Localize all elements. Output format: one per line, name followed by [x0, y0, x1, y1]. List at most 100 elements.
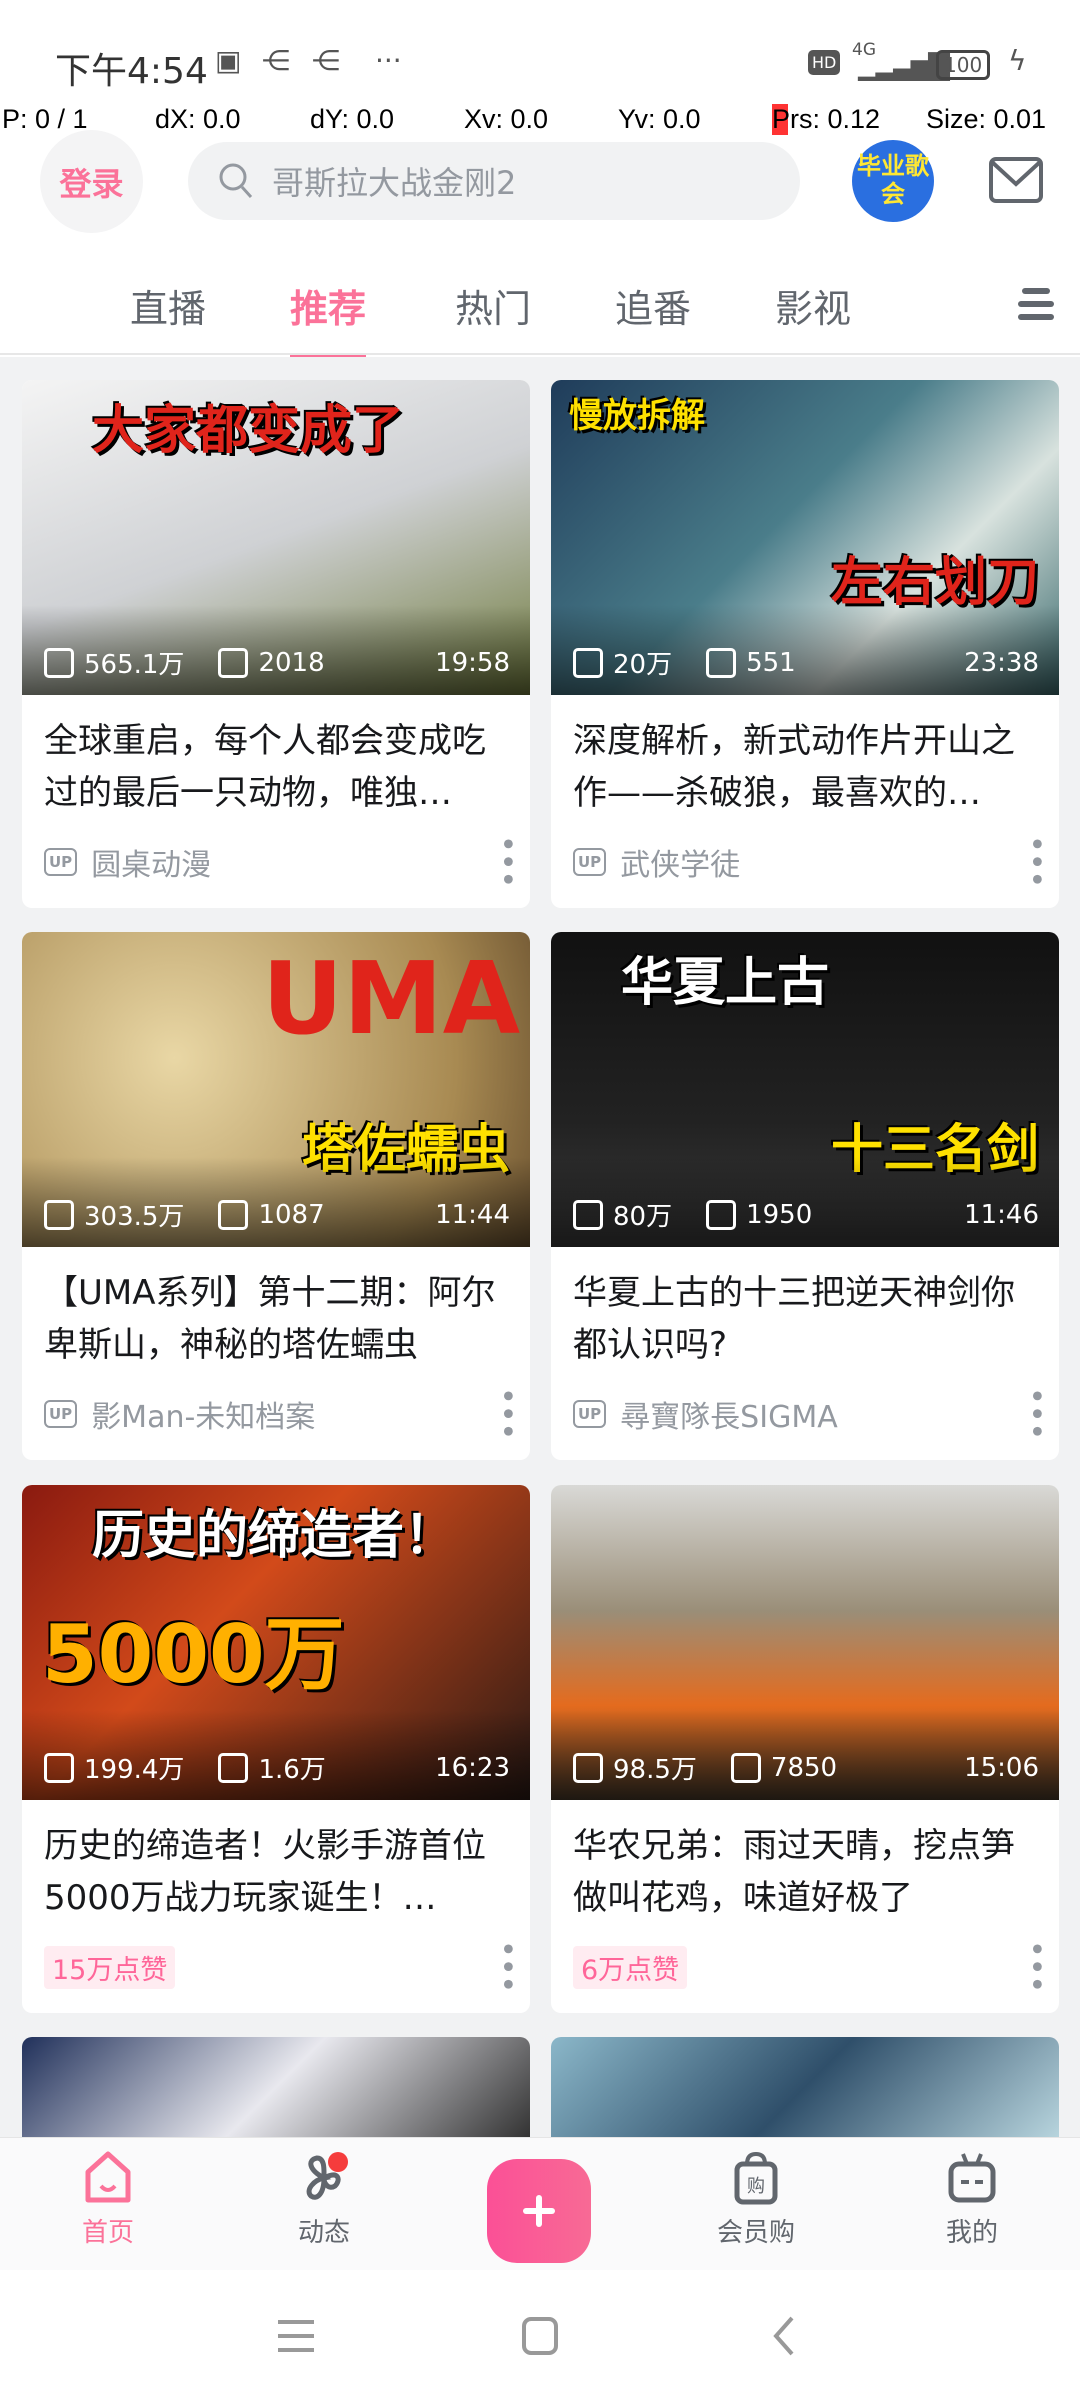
author-name[interactable]: 武侠学徒 — [620, 840, 740, 884]
thumbnail-caption: 大家都变成了 — [92, 401, 405, 461]
more-options-icon[interactable]: ••• — [489, 1940, 524, 1993]
video-thumbnail[interactable]: 历史的缔造者！ 5000万 199.4万 1.6万 16:23 — [22, 1485, 530, 1800]
view-count-text: 303.5万 — [84, 1202, 185, 1232]
video-title[interactable]: 深度解析，新式动作片开山之作——杀破狼，最喜欢的… — [551, 695, 1059, 823]
view-count-text: 80万 — [613, 1202, 673, 1232]
tab-movies[interactable]: 影视 — [775, 278, 851, 333]
video-title[interactable]: 华夏上古的十三把逆天神剑你都认识吗? — [551, 1247, 1059, 1375]
danmaku-count: 551 — [706, 647, 796, 678]
nav-mine[interactable]: 我的 — [912, 2150, 1032, 2249]
video-thumbnail[interactable]: 华夏上古 十三名剑 80万 1950 11:46 — [551, 932, 1059, 1247]
more-options-icon[interactable]: ••• — [1018, 1387, 1053, 1440]
danmaku-count-text: 2018 — [258, 647, 325, 678]
plus-icon — [523, 2195, 555, 2227]
bottom-nav: 首页 动态 购 会员购 我的 — [0, 2137, 1080, 2270]
video-duration: 11:46 — [964, 1199, 1039, 1230]
danmaku-count-text: 1950 — [746, 1199, 813, 1230]
status-time: 下午4:54 — [55, 51, 208, 92]
video-stats: 98.5万 7850 15:06 — [573, 1749, 1039, 1786]
video-card[interactable] — [22, 2037, 530, 2137]
hd-badge: HD — [808, 50, 841, 75]
view-count-text: 199.4万 — [84, 1755, 185, 1785]
battery-icon: 100 — [936, 50, 991, 80]
video-stats: 565.1万 2018 19:58 — [44, 644, 510, 681]
video-duration: 16:23 — [435, 1752, 510, 1783]
video-thumbnail[interactable]: UMA 塔佐蠕虫 303.5万 1087 11:44 — [22, 932, 530, 1247]
debug-dy: dY: 0.0 — [310, 104, 395, 134]
usb-icon: ⋲ — [312, 44, 340, 77]
danmaku-icon — [218, 1199, 249, 1230]
more-options-icon[interactable]: ••• — [1018, 835, 1053, 888]
video-stats: 80万 1950 11:46 — [573, 1196, 1039, 1233]
video-stats: 199.4万 1.6万 16:23 — [44, 1749, 510, 1786]
thumbnail-caption: UMA — [262, 940, 521, 1057]
mi-icon: ▣ — [215, 44, 242, 77]
tab-anime[interactable]: 追番 — [615, 278, 691, 333]
video-card[interactable] — [551, 2037, 1059, 2137]
author-name[interactable]: 圆桌动漫 — [91, 840, 211, 884]
video-title[interactable]: 历史的缔造者！火影手游首位5000万战力玩家诞生！… — [22, 1800, 530, 1928]
thumbnail-caption: 慢放拆解 — [569, 396, 705, 436]
avatar[interactable]: 毕业歌会 — [852, 140, 934, 222]
video-stats: 20万 551 23:38 — [573, 644, 1039, 681]
recents-icon[interactable] — [276, 2318, 316, 2354]
video-thumbnail[interactable]: 大家都变成了 565.1万 2018 19:58 — [22, 380, 530, 695]
video-title[interactable]: 华农兄弟：雨过天晴，挖点笋做叫花鸡，味道好极了 — [551, 1800, 1059, 1928]
nav-home[interactable]: 首页 — [48, 2150, 168, 2249]
thumbnail-caption: 华夏上古 — [621, 953, 830, 1013]
video-card[interactable]: 历史的缔造者！ 5000万 199.4万 1.6万 16:23 历史的缔造者！火影手游首位… — [22, 1485, 530, 2013]
view-count-text: 20万 — [613, 650, 673, 680]
search-input[interactable]: 哥斯拉大战金刚2 — [188, 142, 800, 220]
up-icon: UP — [44, 1400, 78, 1428]
danmaku-icon — [730, 1752, 761, 1783]
thumbnail-caption: 历史的缔造者！ — [92, 1506, 457, 1566]
view-count: 80万 — [573, 1196, 672, 1233]
debug-dx: dX: 0.0 — [155, 104, 241, 134]
danmaku-count: 7850 — [730, 1752, 837, 1783]
danmaku-icon — [218, 1752, 249, 1783]
video-card[interactable]: 慢放拆解 左右划刀 20万 551 23:38 深度解析，新式动作片开山之作——杀破狼，最… — [551, 380, 1059, 908]
status-bar: 下午4:54 ▣ ⋲ ⋲ ··· HD 4G ▁▂▃▅▇ 100 ϟ — [0, 0, 1080, 100]
more-options-icon[interactable]: ••• — [489, 1387, 524, 1440]
video-card[interactable]: UMA 塔佐蠕虫 303.5万 1087 11:44 【UMA系列】第十二期：阿尔卑斯山，… — [22, 932, 530, 1460]
publish-button[interactable] — [487, 2159, 591, 2263]
video-title[interactable]: 全球重启，每个人都会变成吃过的最后一只动物，唯独… — [22, 695, 530, 823]
nav-dynamic[interactable]: 动态 — [264, 2150, 384, 2249]
likes-badge: 15万点赞 — [44, 1945, 176, 1989]
video-thumbnail[interactable] — [22, 2037, 530, 2137]
video-feed[interactable]: 大家都变成了 565.1万 2018 19:58 全球重启，每个人都会变成吃过的最后一只… — [0, 357, 1080, 2137]
nav-mall[interactable]: 购 会员购 — [696, 2150, 816, 2249]
video-card[interactable]: 大家都变成了 565.1万 2018 19:58 全球重启，每个人都会变成吃过的最后一只… — [22, 380, 530, 908]
search-icon — [219, 163, 253, 199]
play-icon — [573, 647, 603, 678]
tab-hot[interactable]: 热门 — [455, 278, 531, 333]
video-card[interactable]: 98.5万 7850 15:06 华农兄弟：雨过天晴，挖点笋做叫花鸡，味道好极了 6万点… — [551, 1485, 1059, 2013]
signal-icon: ▁▂▃▅▇ — [858, 48, 950, 81]
menu-icon[interactable] — [1016, 284, 1056, 324]
login-button[interactable]: 登录 — [40, 130, 143, 233]
back-icon[interactable] — [772, 2316, 796, 2356]
video-thumbnail[interactable]: 慢放拆解 左右划刀 20万 551 23:38 — [551, 380, 1059, 695]
more-options-icon[interactable]: ••• — [1018, 1940, 1053, 1993]
more-options-icon[interactable]: ••• — [489, 835, 524, 888]
debug-prs: Prs: 0.12 — [772, 104, 881, 135]
up-icon: UP — [573, 848, 607, 876]
danmaku-count-text: 551 — [746, 647, 796, 678]
author-name[interactable]: 影Man-未知档案 — [91, 1392, 315, 1436]
home-system-icon[interactable] — [521, 2316, 559, 2356]
author-name[interactable]: 尋寶隊長SIGMA — [620, 1392, 838, 1436]
video-stats: 303.5万 1087 11:44 — [44, 1196, 510, 1233]
category-tabs: 直播 推荐 热门 追番 影视 — [0, 260, 1080, 363]
video-card[interactable]: 华夏上古 十三名剑 80万 1950 11:46 华夏上古的十三把逆天神剑你都认识吗? UP… — [551, 932, 1059, 1460]
video-title[interactable]: 【UMA系列】第十二期：阿尔卑斯山，神秘的塔佐蠕虫 — [22, 1247, 530, 1375]
mail-icon[interactable] — [988, 156, 1044, 204]
tab-live[interactable]: 直播 — [130, 278, 206, 333]
video-thumbnail[interactable] — [551, 2037, 1059, 2137]
more-status: ··· — [375, 44, 402, 77]
view-count: 565.1万 — [44, 644, 184, 681]
video-duration: 19:58 — [435, 647, 510, 678]
up-icon: UP — [44, 848, 78, 876]
tab-recommend[interactable]: 推荐 — [290, 278, 367, 363]
usb-icon: ⋲ — [262, 44, 290, 77]
video-thumbnail[interactable]: 98.5万 7850 15:06 — [551, 1485, 1059, 1800]
